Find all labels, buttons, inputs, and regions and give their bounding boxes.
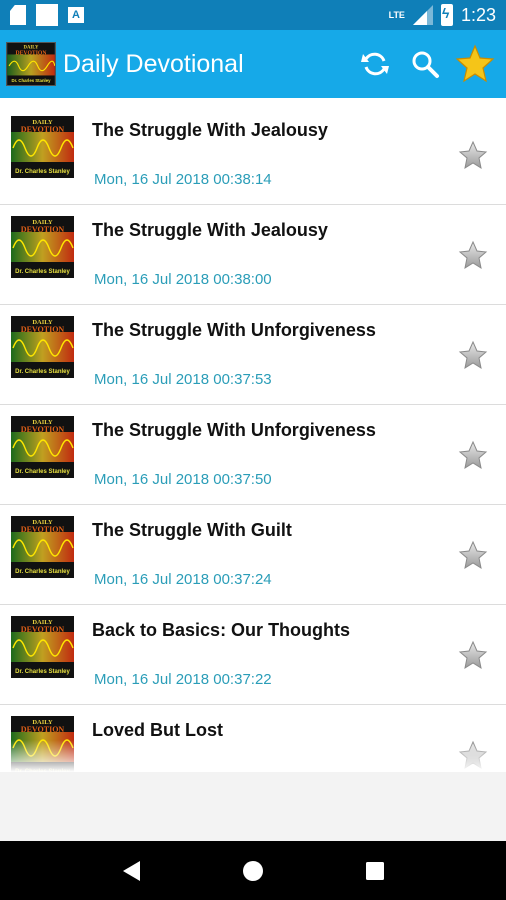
favorite-toggle-button[interactable] xyxy=(458,140,488,170)
item-title: The Struggle With Jealousy xyxy=(92,220,328,240)
list-item[interactable]: DAILY DEVOTION Dr. Charles Stanley The S… xyxy=(0,405,506,505)
search-button[interactable] xyxy=(400,39,450,89)
item-date: Mon, 16 Jul 2018 00:37:22 xyxy=(94,671,272,688)
devotion-thumbnail: DAILY DEVOTION Dr. Charles Stanley xyxy=(11,116,74,178)
svg-text:Dr. Charles Stanley: Dr. Charles Stanley xyxy=(15,469,70,475)
list-item[interactable]: DAILY DEVOTION Dr. Charles Stanley The S… xyxy=(0,105,506,205)
favorite-toggle-button[interactable] xyxy=(458,540,488,570)
app-bar: DAILY DEVOTION Dr. Charles Stanley Daily… xyxy=(0,30,506,98)
favorites-star-icon xyxy=(455,44,495,83)
list-item[interactable]: DAILY DEVOTION Dr. Charles Stanley Loved… xyxy=(0,705,506,772)
item-title: The Struggle With Unforgiveness xyxy=(92,320,376,340)
devotion-thumbnail: DAILY DEVOTION Dr. Charles Stanley xyxy=(11,516,74,578)
item-title: The Struggle With Unforgiveness xyxy=(92,420,376,440)
item-title: Back to Basics: Our Thoughts xyxy=(92,620,351,640)
star-outline-icon xyxy=(458,340,488,370)
favorite-toggle-button[interactable] xyxy=(458,640,488,670)
list-item[interactable]: DAILY DEVOTION Dr. Charles Stanley The S… xyxy=(0,505,506,605)
svg-text:DEVOTION: DEVOTION xyxy=(21,625,65,634)
item-date: Mon, 16 Jul 2018 00:37:53 xyxy=(94,371,272,388)
search-icon xyxy=(412,51,439,78)
devotion-thumbnail: DAILY DEVOTION Dr. Charles Stanley xyxy=(11,416,74,478)
svg-text:DEVOTION: DEVOTION xyxy=(15,50,47,56)
signal-icon xyxy=(412,5,433,25)
refresh-button[interactable] xyxy=(350,39,400,89)
item-date: Mon, 16 Jul 2018 00:38:00 xyxy=(94,271,272,288)
home-button[interactable] xyxy=(233,851,273,891)
svg-text:Dr. Charles Stanley: Dr. Charles Stanley xyxy=(11,78,51,83)
item-title: Loved But Lost xyxy=(92,720,223,740)
favorite-toggle-button[interactable] xyxy=(458,440,488,470)
item-title: The Struggle With Guilt xyxy=(92,520,292,540)
svg-text:DEVOTION: DEVOTION xyxy=(21,325,65,334)
star-outline-icon xyxy=(458,440,488,470)
devotion-thumbnail: DAILY DEVOTION Dr. Charles Stanley xyxy=(11,316,74,378)
network-type-label: LTE xyxy=(388,9,405,20)
devotion-thumbnail: DAILY DEVOTION Dr. Charles Stanley xyxy=(11,216,74,278)
svg-text:Dr. Charles Stanley: Dr. Charles Stanley xyxy=(15,369,70,375)
app-notification-icon: A xyxy=(68,7,84,23)
app-title: Daily Devotional xyxy=(63,49,244,78)
bottom-empty-area xyxy=(0,772,506,841)
recents-button[interactable] xyxy=(355,851,395,891)
list-item[interactable]: DAILY DEVOTION Dr. Charles Stanley The S… xyxy=(0,205,506,305)
star-outline-icon xyxy=(458,140,488,170)
item-date: Mon, 16 Jul 2018 00:37:50 xyxy=(94,471,272,488)
refresh-icon xyxy=(361,52,389,76)
list-item[interactable]: DAILY DEVOTION Dr. Charles Stanley The S… xyxy=(0,305,506,405)
devotional-list[interactable]: DAILY DEVOTION Dr. Charles Stanley The S… xyxy=(0,105,506,772)
svg-text:DEVOTION: DEVOTION xyxy=(21,525,65,534)
svg-text:DEVOTION: DEVOTION xyxy=(21,425,65,434)
back-triangle-icon xyxy=(123,860,140,881)
item-title: The Struggle With Jealousy xyxy=(92,120,328,140)
svg-text:Dr. Charles Stanley: Dr. Charles Stanley xyxy=(15,169,70,175)
svg-text:DEVOTION: DEVOTION xyxy=(21,125,65,134)
item-date: Mon, 16 Jul 2018 00:38:14 xyxy=(94,171,272,188)
notification-icon xyxy=(36,4,58,26)
home-circle-icon xyxy=(243,860,263,881)
svg-text:Dr. Charles Stanley: Dr. Charles Stanley xyxy=(15,569,70,575)
favorite-toggle-button[interactable] xyxy=(458,240,488,270)
star-outline-icon xyxy=(458,240,488,270)
svg-text:Dr. Charles Stanley: Dr. Charles Stanley xyxy=(15,669,70,675)
star-outline-icon xyxy=(458,540,488,570)
item-date: Mon, 16 Jul 2018 00:37:24 xyxy=(94,571,272,588)
favorite-toggle-button[interactable] xyxy=(458,740,488,770)
app-logo: DAILY DEVOTION Dr. Charles Stanley xyxy=(6,42,56,86)
status-bar: A LTE 1:23 xyxy=(0,0,506,30)
clock: 1:23 xyxy=(460,4,496,25)
favorites-button[interactable] xyxy=(450,39,500,89)
svg-text:DEVOTION: DEVOTION xyxy=(21,225,65,234)
battery-charging-icon xyxy=(440,4,453,26)
svg-text:DEVOTION: DEVOTION xyxy=(21,725,65,734)
sd-card-icon xyxy=(10,5,26,25)
list-item[interactable]: DAILY DEVOTION Dr. Charles Stanley Back … xyxy=(0,605,506,705)
star-outline-icon xyxy=(458,640,488,670)
svg-text:Dr. Charles Stanley: Dr. Charles Stanley xyxy=(15,269,70,275)
back-button[interactable] xyxy=(111,851,151,891)
devotion-thumbnail: DAILY DEVOTION Dr. Charles Stanley xyxy=(11,716,74,772)
devotion-thumbnail: DAILY DEVOTION Dr. Charles Stanley xyxy=(11,616,74,678)
system-navigation-bar xyxy=(0,841,506,900)
star-outline-icon xyxy=(458,740,488,770)
favorite-toggle-button[interactable] xyxy=(458,340,488,370)
recents-square-icon xyxy=(366,861,384,880)
